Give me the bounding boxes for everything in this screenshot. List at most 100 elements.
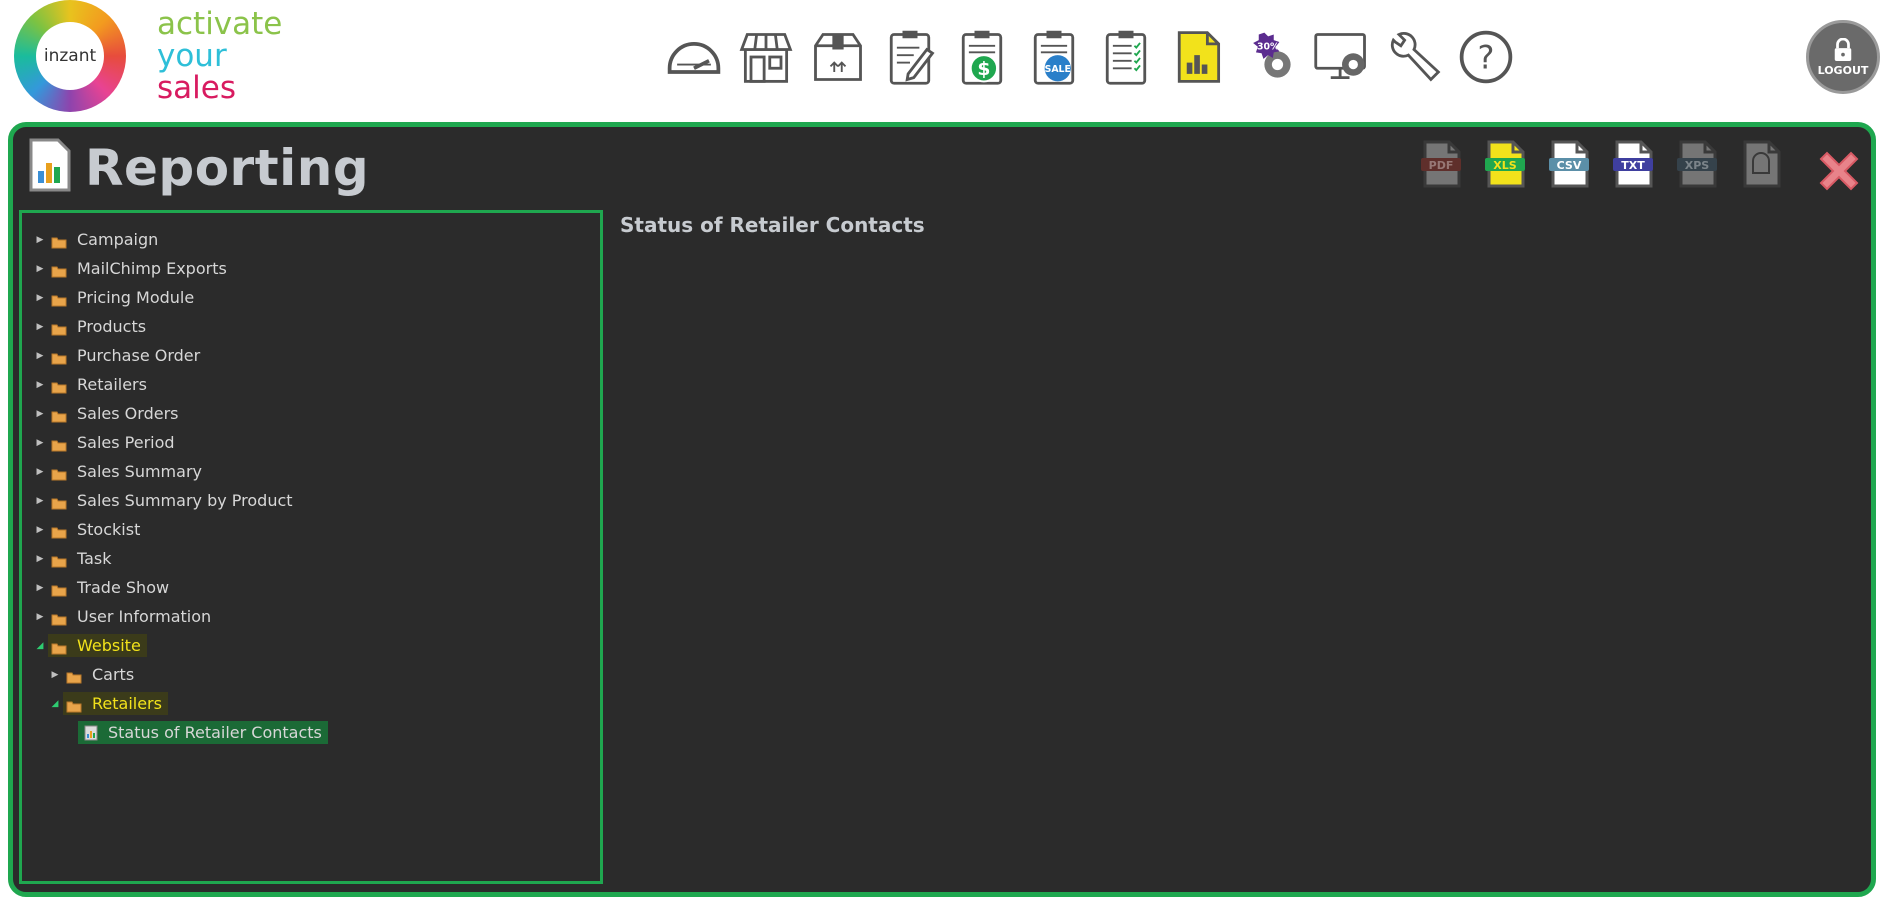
tree-node-label: Pricing Module [77, 288, 195, 307]
reporting-panel: Reporting PDF XLS CSV TXT XPS ▶ Campaign ▶ Mail… [8, 122, 1876, 897]
collapsed-arrow-icon[interactable]: ▶ [32, 612, 48, 622]
clipboard-checklist-icon[interactable] [1096, 22, 1156, 92]
collapsed-arrow-icon[interactable]: ▶ [32, 583, 48, 593]
export-label: XLS [1493, 159, 1517, 172]
collapsed-arrow-icon[interactable]: ▶ [32, 438, 48, 448]
tree-node-content: Trade Show [48, 576, 175, 599]
report-icon [84, 725, 98, 741]
collapsed-arrow-icon[interactable]: ▶ [32, 235, 48, 245]
close-icon[interactable] [1813, 145, 1865, 197]
tree-node-content: Retailers [63, 692, 168, 715]
tree-node-content: Stockist [48, 518, 146, 541]
monitor-settings-icon[interactable] [1312, 22, 1372, 92]
tree-node-products[interactable]: ▶ Products [22, 312, 600, 341]
collapsed-arrow-icon[interactable]: ▶ [47, 670, 63, 680]
svg-text:-30%: -30% [1253, 42, 1280, 53]
tree-node-pricing-module[interactable]: ▶ Pricing Module [22, 283, 600, 312]
main-nav: $ SALE -30% ? [664, 22, 1516, 92]
tree-node-label: Sales Summary by Product [77, 491, 293, 510]
collapsed-arrow-icon[interactable]: ▶ [32, 525, 48, 535]
svg-text:$: $ [977, 59, 990, 80]
tree-node-user-information[interactable]: ▶ User Information [22, 602, 600, 631]
tree-node-sales-summary[interactable]: ▶ Sales Summary [22, 457, 600, 486]
tree-node-label: Website [77, 636, 141, 655]
tree-node-label: User Information [77, 607, 212, 626]
collapsed-arrow-icon[interactable]: ▶ [32, 293, 48, 303]
tree-node-status-of-retailer-contacts[interactable]: Status of Retailer Contacts [22, 718, 600, 747]
export-txt-button[interactable]: TXT [1611, 139, 1655, 189]
tree-node-retailers[interactable]: ▶ Retailers [22, 370, 600, 399]
folder-icon [51, 350, 67, 364]
reporting-icon[interactable] [1168, 22, 1228, 92]
tagline-line-3: sales [157, 70, 236, 106]
tree-node-mailchimp-exports[interactable]: ▶ MailChimp Exports [22, 254, 600, 283]
folder-icon [66, 698, 82, 712]
package-icon[interactable] [808, 22, 868, 92]
clipboard-sale-icon[interactable]: SALE [1024, 22, 1084, 92]
wrench-icon[interactable] [1384, 22, 1444, 92]
tree-node-label: Products [77, 317, 147, 336]
folder-icon [51, 640, 67, 654]
collapsed-arrow-icon[interactable]: ▶ [32, 496, 48, 506]
tree-node-campaign[interactable]: ▶ Campaign [22, 225, 600, 254]
tree-node-content: Purchase Order [48, 344, 206, 367]
top-bar: inzant activate your sales $ SALE -30% ?… [0, 0, 1885, 120]
tree-node-content: Sales Summary [48, 460, 208, 483]
export-xls-button[interactable]: XLS [1483, 139, 1527, 189]
collapsed-arrow-icon[interactable]: ▶ [32, 351, 48, 361]
svg-text:?: ? [1478, 38, 1495, 76]
tree-node-label: Trade Show [77, 578, 170, 597]
tree-node-website[interactable]: ◢ Website [22, 631, 600, 660]
store-icon[interactable] [736, 22, 796, 92]
logout-button[interactable]: LOGOUT [1806, 20, 1880, 94]
clipboard-edit-icon[interactable] [880, 22, 940, 92]
tree-node-stockist[interactable]: ▶ Stockist [22, 515, 600, 544]
tree-node-label: Task [77, 549, 112, 568]
tree-node-sales-summary-by-product[interactable]: ▶ Sales Summary by Product [22, 486, 600, 515]
tree-node-content: Carts [63, 663, 140, 686]
tree-node-content: Status of Retailer Contacts [78, 721, 328, 744]
folder-icon [51, 553, 67, 567]
expanded-arrow-icon[interactable]: ◢ [47, 699, 63, 709]
page-title: Reporting [85, 139, 370, 197]
tree-node-sales-period[interactable]: ▶ Sales Period [22, 428, 600, 457]
export-xps-button[interactable]: XPS [1675, 139, 1719, 189]
export-csv-button[interactable]: CSV [1547, 139, 1591, 189]
export-map-button[interactable] [1739, 139, 1783, 189]
folder-icon [51, 582, 67, 596]
export-pdf-button[interactable]: PDF [1419, 139, 1463, 189]
export-label: CSV [1556, 159, 1582, 172]
tree-node-sales-orders[interactable]: ▶ Sales Orders [22, 399, 600, 428]
tree-node-purchase-order[interactable]: ▶ Purchase Order [22, 341, 600, 370]
folder-icon [51, 234, 67, 248]
collapsed-arrow-icon[interactable]: ▶ [32, 467, 48, 477]
collapsed-arrow-icon[interactable]: ▶ [32, 554, 48, 564]
collapsed-arrow-icon[interactable]: ▶ [32, 264, 48, 274]
tree-node-label: Carts [92, 665, 135, 684]
report-document-icon [29, 138, 71, 192]
tree-node-content: Sales Summary by Product [48, 489, 299, 512]
collapsed-arrow-icon[interactable]: ▶ [32, 322, 48, 332]
help-icon[interactable]: ? [1456, 22, 1516, 92]
tagline-line-1: activate [157, 6, 283, 42]
dashboard-icon[interactable] [664, 22, 724, 92]
clipboard-dollar-icon[interactable]: $ [952, 22, 1012, 92]
tree-node-content: Task [48, 547, 118, 570]
tree-node-retailers[interactable]: ◢ Retailers [22, 689, 600, 718]
tree-node-label: MailChimp Exports [77, 259, 227, 278]
tagline: activate your sales [157, 8, 282, 104]
folder-icon [51, 379, 67, 393]
inzant-logo[interactable]: inzant [14, 0, 126, 112]
discount-settings-icon[interactable]: -30% [1240, 22, 1300, 92]
tree-node-label: Status of Retailer Contacts [108, 723, 322, 742]
folder-icon [51, 466, 67, 480]
tree-node-label: Sales Period [77, 433, 175, 452]
collapsed-arrow-icon[interactable]: ▶ [32, 409, 48, 419]
tree-node-carts[interactable]: ▶ Carts [22, 660, 600, 689]
expanded-arrow-icon[interactable]: ◢ [32, 641, 48, 651]
tree-node-content: Website [48, 634, 147, 657]
collapsed-arrow-icon[interactable]: ▶ [32, 380, 48, 390]
tree-node-trade-show[interactable]: ▶ Trade Show [22, 573, 600, 602]
folder-icon [51, 611, 67, 625]
tree-node-task[interactable]: ▶ Task [22, 544, 600, 573]
